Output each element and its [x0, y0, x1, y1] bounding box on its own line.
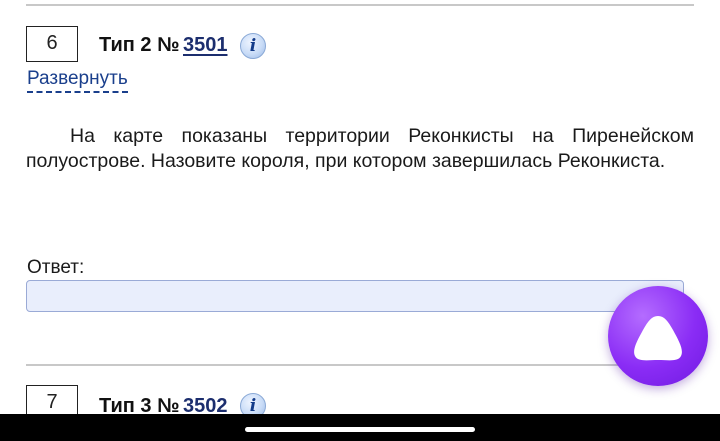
alice-assistant-icon	[634, 316, 682, 361]
task-type-label: Тип 2 №	[99, 34, 180, 56]
task-divider	[26, 364, 694, 366]
question-text: На карте показаны территории Реконкисты …	[26, 125, 694, 172]
alice-assistant-button[interactable]	[608, 286, 708, 386]
home-gesture-handle[interactable]	[245, 427, 475, 432]
expand-link[interactable]: Развернуть	[27, 68, 128, 93]
answer-input[interactable]	[26, 280, 684, 312]
task-id-link[interactable]: 3501	[183, 34, 228, 57]
answer-label: Ответ:	[27, 257, 85, 278]
task-number: 6	[26, 26, 78, 62]
top-divider	[26, 4, 694, 6]
info-icon[interactable]: i	[240, 33, 266, 59]
